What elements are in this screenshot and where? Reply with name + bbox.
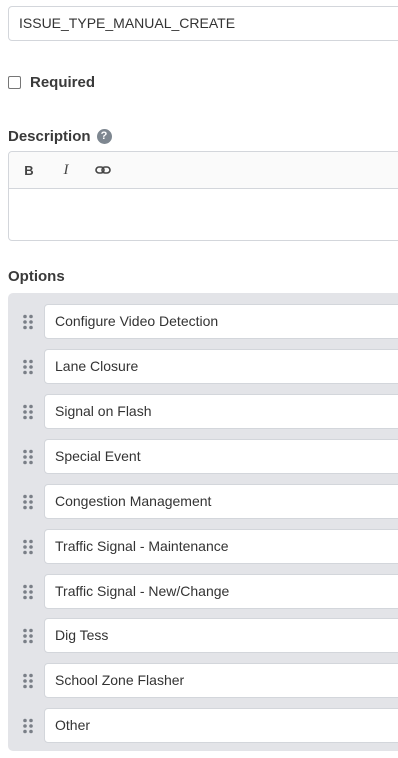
option-item: Traffic Signal - New/Change — [8, 574, 398, 610]
option-input[interactable]: School Zone Flasher — [44, 663, 398, 698]
description-text-area[interactable] — [9, 189, 398, 240]
option-input[interactable]: Traffic Signal - New/Change — [44, 574, 398, 609]
option-item: School Zone Flasher — [8, 663, 398, 699]
required-row: Required — [8, 72, 95, 92]
description-editor: B I — [8, 151, 398, 241]
required-label[interactable]: Required — [30, 74, 95, 91]
drag-handle-icon[interactable] — [22, 314, 34, 330]
option-input[interactable]: Signal on Flash — [44, 394, 398, 429]
bold-button[interactable]: B — [19, 160, 39, 180]
option-input[interactable]: Configure Video Detection — [44, 304, 398, 339]
option-item: Other — [8, 708, 398, 744]
drag-handle-icon[interactable] — [22, 449, 34, 465]
drag-handle-icon[interactable] — [22, 539, 34, 555]
drag-handle-icon[interactable] — [22, 628, 34, 644]
option-item: Dig Tess — [8, 618, 398, 654]
options-list: Configure Video Detection Lane Closure S… — [8, 293, 398, 751]
description-label: Description — [8, 127, 91, 145]
field-key-input[interactable]: ISSUE_TYPE_MANUAL_CREATE — [8, 6, 398, 41]
option-input[interactable]: Lane Closure — [44, 349, 398, 384]
drag-handle-icon[interactable] — [22, 584, 34, 600]
required-checkbox[interactable] — [8, 75, 21, 89]
drag-handle-icon[interactable] — [22, 359, 34, 375]
option-input[interactable]: Special Event — [44, 439, 398, 474]
option-item: Traffic Signal - Maintenance — [8, 529, 398, 565]
drag-handle-icon[interactable] — [22, 404, 34, 420]
description-label-row: Description ? — [8, 126, 112, 146]
options-label: Options — [8, 268, 65, 285]
link-icon — [95, 166, 111, 174]
drag-handle-icon[interactable] — [22, 494, 34, 510]
option-item: Signal on Flash — [8, 394, 398, 430]
option-item: Lane Closure — [8, 349, 398, 385]
option-item: Special Event — [8, 439, 398, 475]
option-input[interactable]: Other — [44, 708, 398, 743]
italic-button[interactable]: I — [56, 160, 76, 180]
drag-handle-icon[interactable] — [22, 718, 34, 734]
option-item: Congestion Management — [8, 484, 398, 520]
option-item: Configure Video Detection — [8, 304, 398, 340]
drag-handle-icon[interactable] — [22, 673, 34, 689]
option-input[interactable]: Dig Tess — [44, 618, 398, 653]
link-button[interactable] — [93, 160, 113, 180]
help-icon[interactable]: ? — [96, 128, 112, 144]
option-input[interactable]: Congestion Management — [44, 484, 398, 519]
option-input[interactable]: Traffic Signal - Maintenance — [44, 529, 398, 564]
editor-toolbar: B I — [9, 152, 398, 189]
